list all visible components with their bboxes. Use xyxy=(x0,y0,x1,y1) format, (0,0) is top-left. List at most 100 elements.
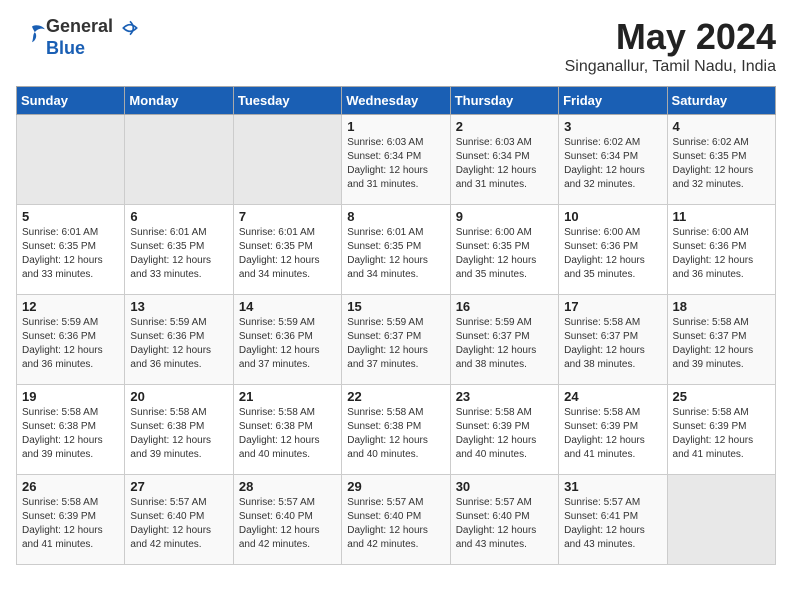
calendar-cell: 29 Sunrise: 5:57 AMSunset: 6:40 PMDayligh… xyxy=(342,475,450,565)
cell-info: Sunrise: 6:01 AMSunset: 6:35 PMDaylight:… xyxy=(130,226,227,282)
cell-info: Sunrise: 5:58 AMSunset: 6:39 PMDaylight:… xyxy=(673,406,770,462)
cell-info: Sunrise: 6:01 AMSunset: 6:35 PMDaylight:… xyxy=(22,226,119,282)
weekday-header-wednesday: Wednesday xyxy=(342,87,450,115)
cell-info: Sunrise: 5:59 AMSunset: 6:36 PMDaylight:… xyxy=(239,316,336,372)
cell-info: Sunrise: 5:59 AMSunset: 6:36 PMDaylight:… xyxy=(22,316,119,372)
calendar-cell xyxy=(233,115,341,205)
calendar-cell: 23 Sunrise: 5:58 AMSunset: 6:39 PMDayligh… xyxy=(450,385,558,475)
calendar-cell: 12 Sunrise: 5:59 AMSunset: 6:36 PMDayligh… xyxy=(17,295,125,385)
weekday-header-tuesday: Tuesday xyxy=(233,87,341,115)
day-number: 16 xyxy=(456,299,553,314)
day-number: 11 xyxy=(673,209,770,224)
day-number: 18 xyxy=(673,299,770,314)
location-subtitle: Singanallur, Tamil Nadu, India xyxy=(565,58,776,76)
day-number: 8 xyxy=(347,209,444,224)
calendar-cell: 7 Sunrise: 6:01 AMSunset: 6:35 PMDaylight… xyxy=(233,205,341,295)
calendar-week-row: 1 Sunrise: 6:03 AMSunset: 6:34 PMDaylight… xyxy=(17,115,776,205)
day-number: 19 xyxy=(22,389,119,404)
calendar-cell: 8Sunrise: 6:01 AMSunset: 6:35 PMDaylight… xyxy=(342,205,450,295)
cell-info: Sunrise: 6:00 AMSunset: 6:35 PMDaylight:… xyxy=(456,226,553,282)
day-number: 4 xyxy=(673,119,770,134)
weekday-header-friday: Friday xyxy=(559,87,667,115)
day-number: 13 xyxy=(130,299,227,314)
logo: General Blue xyxy=(16,16,140,59)
cell-info: Sunrise: 5:57 AMSunset: 6:40 PMDaylight:… xyxy=(239,496,336,552)
day-number: 24 xyxy=(564,389,661,404)
calendar-week-row: 12 Sunrise: 5:59 AMSunset: 6:36 PMDayligh… xyxy=(17,295,776,385)
calendar-cell: 2 Sunrise: 6:03 AMSunset: 6:34 PMDaylight… xyxy=(450,115,558,205)
weekday-header-saturday: Saturday xyxy=(667,87,775,115)
calendar-cell: 27 Sunrise: 5:57 AMSunset: 6:40 PMDayligh… xyxy=(125,475,233,565)
cell-info: Sunrise: 5:57 AMSunset: 6:40 PMDaylight:… xyxy=(347,496,444,552)
weekday-header-sunday: Sunday xyxy=(17,87,125,115)
calendar-cell: 15 Sunrise: 5:59 AMSunset: 6:37 PMDayligh… xyxy=(342,295,450,385)
calendar-cell: 9Sunrise: 6:00 AMSunset: 6:35 PMDaylight… xyxy=(450,205,558,295)
cell-info: Sunrise: 6:02 AMSunset: 6:34 PMDaylight:… xyxy=(564,136,661,192)
cell-info: Sunrise: 5:59 AMSunset: 6:37 PMDaylight:… xyxy=(456,316,553,372)
cell-info: Sunrise: 5:58 AMSunset: 6:39 PMDaylight:… xyxy=(456,406,553,462)
calendar-cell: 13 Sunrise: 5:59 AMSunset: 6:36 PMDayligh… xyxy=(125,295,233,385)
cell-info: Sunrise: 6:03 AMSunset: 6:34 PMDaylight:… xyxy=(347,136,444,192)
weekday-header-monday: Monday xyxy=(125,87,233,115)
calendar-cell: 18 Sunrise: 5:58 AMSunset: 6:37 PMDayligh… xyxy=(667,295,775,385)
calendar-cell: 24 Sunrise: 5:58 AMSunset: 6:39 PMDayligh… xyxy=(559,385,667,475)
cell-info: Sunrise: 6:00 AMSunset: 6:36 PMDaylight:… xyxy=(673,226,770,282)
logo-blue-text: Blue xyxy=(46,38,140,59)
cell-info: Sunrise: 5:58 AMSunset: 6:37 PMDaylight:… xyxy=(673,316,770,372)
calendar-cell xyxy=(17,115,125,205)
day-number: 1 xyxy=(347,119,444,134)
day-number: 5 xyxy=(22,209,119,224)
day-number: 14 xyxy=(239,299,336,314)
day-number: 21 xyxy=(239,389,336,404)
calendar-week-row: 26Sunrise: 5:58 AMSunset: 6:39 PMDayligh… xyxy=(17,475,776,565)
cell-info: Sunrise: 6:01 AMSunset: 6:35 PMDaylight:… xyxy=(239,226,336,282)
calendar-cell: 28 Sunrise: 5:57 AMSunset: 6:40 PMDayligh… xyxy=(233,475,341,565)
day-number: 12 xyxy=(22,299,119,314)
day-number: 27 xyxy=(130,479,227,494)
calendar-cell: 4Sunrise: 6:02 AMSunset: 6:35 PMDaylight… xyxy=(667,115,775,205)
day-number: 10 xyxy=(564,209,661,224)
calendar-cell: 17 Sunrise: 5:58 AMSunset: 6:37 PMDayligh… xyxy=(559,295,667,385)
cell-info: Sunrise: 5:58 AMSunset: 6:38 PMDaylight:… xyxy=(239,406,336,462)
day-number: 30 xyxy=(456,479,553,494)
day-number: 2 xyxy=(456,119,553,134)
cell-info: Sunrise: 6:00 AMSunset: 6:36 PMDaylight:… xyxy=(564,226,661,282)
calendar-cell: 11 Sunrise: 6:00 AMSunset: 6:36 PMDayligh… xyxy=(667,205,775,295)
calendar-table: SundayMondayTuesdayWednesdayThursdayFrid… xyxy=(16,86,776,565)
day-number: 22 xyxy=(347,389,444,404)
day-number: 17 xyxy=(564,299,661,314)
logo-bird-icon xyxy=(18,21,46,49)
cell-info: Sunrise: 5:57 AMSunset: 6:40 PMDaylight:… xyxy=(456,496,553,552)
calendar-week-row: 19 Sunrise: 5:58 AMSunset: 6:38 PMDayligh… xyxy=(17,385,776,475)
day-number: 29 xyxy=(347,479,444,494)
cell-info: Sunrise: 5:58 AMSunset: 6:37 PMDaylight:… xyxy=(564,316,661,372)
cell-info: Sunrise: 5:59 AMSunset: 6:37 PMDaylight:… xyxy=(347,316,444,372)
cell-info: Sunrise: 5:58 AMSunset: 6:38 PMDaylight:… xyxy=(347,406,444,462)
month-year-title: May 2024 xyxy=(565,16,776,58)
cell-info: Sunrise: 5:58 AMSunset: 6:39 PMDaylight:… xyxy=(22,496,119,552)
day-number: 28 xyxy=(239,479,336,494)
calendar-cell: 30 Sunrise: 5:57 AMSunset: 6:40 PMDayligh… xyxy=(450,475,558,565)
calendar-cell: 22 Sunrise: 5:58 AMSunset: 6:38 PMDayligh… xyxy=(342,385,450,475)
cell-info: Sunrise: 5:58 AMSunset: 6:39 PMDaylight:… xyxy=(564,406,661,462)
header: General Blue May 2024 Singanallur, Tamil… xyxy=(16,16,776,76)
calendar-cell: 1 Sunrise: 6:03 AMSunset: 6:34 PMDaylight… xyxy=(342,115,450,205)
calendar-cell: 26Sunrise: 5:58 AMSunset: 6:39 PMDayligh… xyxy=(17,475,125,565)
calendar-cell: 20Sunrise: 5:58 AMSunset: 6:38 PMDayligh… xyxy=(125,385,233,475)
weekday-header-row: SundayMondayTuesdayWednesdayThursdayFrid… xyxy=(17,87,776,115)
calendar-cell: 3 Sunrise: 6:02 AMSunset: 6:34 PMDaylight… xyxy=(559,115,667,205)
calendar-cell: 31Sunrise: 5:57 AMSunset: 6:41 PMDayligh… xyxy=(559,475,667,565)
cell-info: Sunrise: 6:03 AMSunset: 6:34 PMDaylight:… xyxy=(456,136,553,192)
cell-info: Sunrise: 5:57 AMSunset: 6:40 PMDaylight:… xyxy=(130,496,227,552)
weekday-header-thursday: Thursday xyxy=(450,87,558,115)
day-number: 7 xyxy=(239,209,336,224)
calendar-cell: 6 Sunrise: 6:01 AMSunset: 6:35 PMDaylight… xyxy=(125,205,233,295)
calendar-cell: 14 Sunrise: 5:59 AMSunset: 6:36 PMDayligh… xyxy=(233,295,341,385)
day-number: 3 xyxy=(564,119,661,134)
day-number: 6 xyxy=(130,209,227,224)
day-number: 15 xyxy=(347,299,444,314)
day-number: 23 xyxy=(456,389,553,404)
title-area: May 2024 Singanallur, Tamil Nadu, India xyxy=(565,16,776,76)
cell-info: Sunrise: 5:58 AMSunset: 6:38 PMDaylight:… xyxy=(130,406,227,462)
cell-info: Sunrise: 5:59 AMSunset: 6:36 PMDaylight:… xyxy=(130,316,227,372)
